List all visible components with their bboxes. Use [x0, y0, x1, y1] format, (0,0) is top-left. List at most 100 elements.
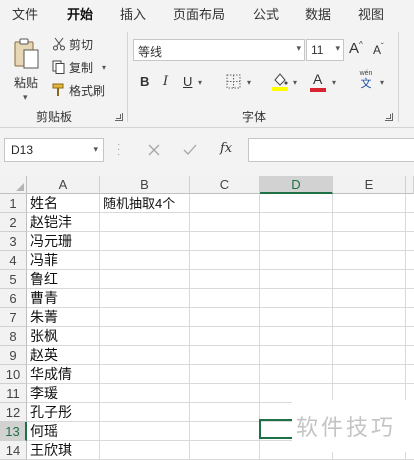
copy-icon [52, 60, 65, 74]
row-header-13[interactable]: 13 [0, 422, 27, 441]
row-header-12[interactable]: 12 [0, 403, 27, 422]
dialog-launcher-icon[interactable] [115, 113, 123, 121]
tab-home[interactable]: 开始 [67, 4, 94, 28]
font-size-value: 11 [311, 43, 324, 57]
formula-input[interactable] [248, 138, 414, 162]
row-header-2[interactable]: 2 [0, 213, 27, 232]
chevron-down-icon[interactable]: ▾ [332, 78, 336, 87]
cell-a14[interactable]: 王欣琪 [28, 441, 99, 460]
column-header-c[interactable]: C [190, 176, 260, 194]
watermark: 软件技巧 [292, 400, 414, 452]
chevron-down-icon[interactable]: ▾ [23, 92, 28, 103]
shrink-font-label: A [373, 43, 382, 57]
bold-button[interactable]: B [140, 74, 149, 89]
group-separator [127, 32, 128, 122]
cell-a6[interactable]: 曹青 [28, 289, 99, 308]
cell-a12[interactable]: 孔子彤 [28, 403, 99, 422]
chevron-down-icon[interactable]: ▾ [93, 144, 98, 155]
fill-color-icon[interactable] [272, 71, 288, 91]
font-color-button[interactable]: A [313, 71, 322, 87]
row-header-9[interactable]: 9 [0, 346, 27, 365]
cell-a2[interactable]: 赵铠沣 [28, 213, 99, 232]
chevron-down-icon[interactable]: ▾ [380, 78, 384, 87]
column-header-e[interactable]: E [333, 176, 406, 194]
cancel-icon[interactable] [148, 144, 160, 156]
cell-b1[interactable]: 随机抽取4个 [101, 194, 189, 213]
insert-function-button[interactable]: fx [220, 141, 232, 156]
column-header-b[interactable]: B [100, 176, 190, 194]
italic-button[interactable]: I [163, 74, 168, 89]
tab-formulas[interactable]: 公式 [253, 4, 279, 23]
paste-label: 粘贴 [14, 76, 39, 90]
watermark-text: 软件技巧 [296, 415, 397, 440]
tab-file[interactable]: 文件 [12, 4, 38, 23]
dialog-launcher-icon[interactable] [385, 113, 393, 121]
column-header-f[interactable] [406, 176, 414, 194]
phonetic-char: 文 [360, 78, 372, 90]
format-painter-button[interactable]: 格式刷 [52, 80, 105, 100]
cell-a9[interactable]: 赵英 [28, 346, 99, 365]
cell-a5[interactable]: 鲁红 [28, 270, 99, 289]
chevron-down-icon[interactable]: ▾ [293, 78, 297, 87]
chevron-down-icon[interactable]: ▾ [247, 78, 251, 87]
grow-font-label: A [349, 40, 360, 57]
scissors-icon [53, 37, 65, 51]
borders-icon[interactable] [226, 74, 241, 89]
cell-a4[interactable]: 冯菲 [28, 251, 99, 270]
row-header-11[interactable]: 11 [0, 384, 27, 403]
menu-bar: 文件 开始 插入 页面布局 公式 数据 视图 [0, 0, 414, 28]
chevron-down-icon[interactable]: ▾ [198, 78, 202, 87]
row-header-7[interactable]: 7 [0, 308, 27, 327]
clipboard-group-label: 剪贴板 [36, 110, 73, 124]
column-header-a[interactable]: A [27, 176, 100, 194]
chevron-down-icon[interactable]: ▾ [102, 63, 106, 72]
phonetic-label: wén [359, 70, 373, 77]
enter-icon[interactable] [183, 144, 197, 156]
cell-a8[interactable]: 张枫 [28, 327, 99, 346]
name-box[interactable]: D13 ▾ [4, 138, 104, 162]
grow-font-button[interactable]: A^ [349, 40, 363, 57]
worksheet-grid: A B C D E 1 姓名 2 赵铠沣 3 冯元珊 4 冯菲 5 鲁红 6 曹青 7 朱菁 8 张枫 9 赵英 1… [0, 176, 414, 460]
tab-view[interactable]: 视图 [358, 4, 384, 23]
paintbrush-icon [52, 83, 64, 96]
font-size-combo[interactable]: 11 ▾ [306, 39, 344, 61]
format-painter-label: 格式刷 [69, 83, 106, 98]
row-header-4[interactable]: 4 [0, 251, 27, 270]
formula-bar: D13 ▾ · · · fx [0, 128, 414, 176]
cell-a7[interactable]: 朱菁 [28, 308, 99, 327]
tab-insert[interactable]: 插入 [120, 4, 146, 23]
row-header-8[interactable]: 8 [0, 327, 27, 346]
font-name-combo[interactable]: 等线 ▾ [133, 39, 305, 61]
column-header-d[interactable]: D [260, 176, 333, 194]
drag-handle-icon[interactable]: · · · [117, 140, 120, 160]
phonetic-button[interactable]: wén 文 [356, 70, 376, 90]
copy-button[interactable]: 复制 ▾ [52, 57, 106, 77]
cell-a10[interactable]: 华成倩 [28, 365, 99, 384]
cut-button[interactable]: 剪切 [52, 34, 93, 54]
cell-a3[interactable]: 冯元珊 [28, 232, 99, 251]
tab-data[interactable]: 数据 [305, 4, 331, 23]
cell-a1[interactable]: 姓名 [28, 194, 99, 213]
chevron-down-icon[interactable]: ▾ [335, 43, 340, 54]
clipboard-icon [14, 38, 39, 69]
row-header-5[interactable]: 5 [0, 270, 27, 289]
row-header-10[interactable]: 10 [0, 365, 27, 384]
row-header-1[interactable]: 1 [0, 194, 27, 213]
cut-label: 剪切 [69, 37, 94, 52]
row-header-3[interactable]: 3 [0, 232, 27, 251]
underline-button[interactable]: U [183, 74, 192, 89]
tab-page-layout[interactable]: 页面布局 [173, 4, 225, 23]
cell-a11[interactable]: 李瑗 [28, 384, 99, 403]
cell-a13[interactable]: 何瑶 [28, 422, 99, 441]
row-header-6[interactable]: 6 [0, 289, 27, 308]
copy-label: 复制 [69, 60, 94, 75]
shrink-font-button[interactable]: Aˇ [373, 42, 384, 57]
row-header-14[interactable]: 14 [0, 441, 27, 460]
font-color-swatch [310, 88, 326, 92]
font-color-label: A [313, 71, 323, 87]
chevron-down-icon[interactable]: ▾ [296, 43, 301, 54]
font-group-label: 字体 [242, 110, 267, 124]
ribbon: 粘贴 ▾ 剪切 复制 ▾ 格式刷 剪贴板 等线 ▾ 11 ▾ A^ Aˇ B I… [0, 26, 414, 128]
name-box-value: D13 [11, 143, 34, 157]
select-all-button[interactable] [0, 176, 27, 194]
